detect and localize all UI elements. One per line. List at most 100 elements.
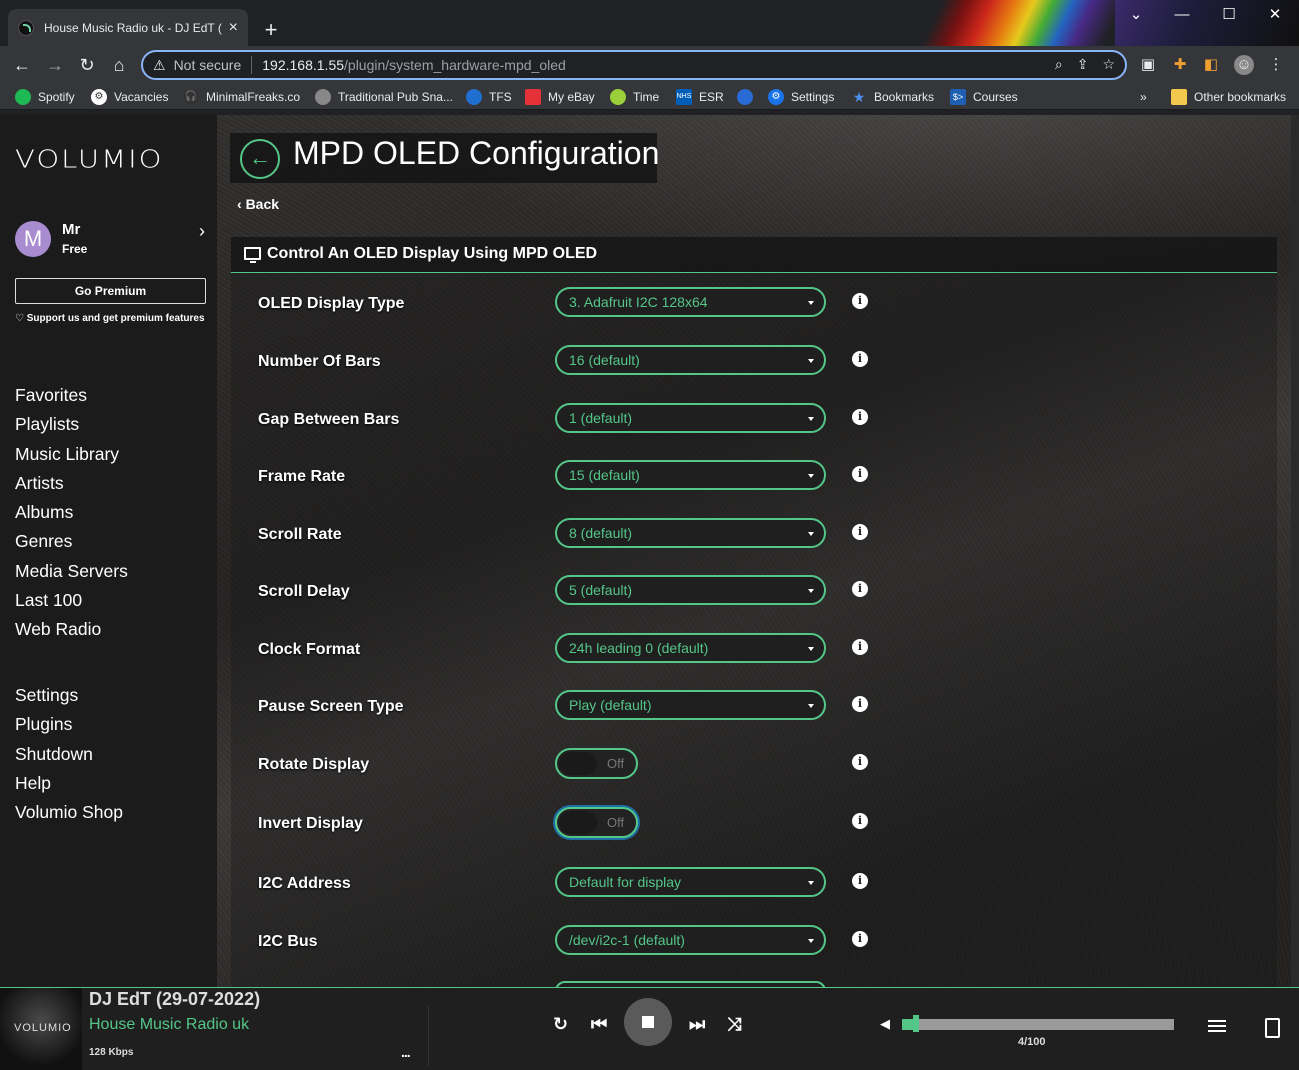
invert-display-toggle[interactable]: Off — [555, 807, 638, 838]
extension-icon[interactable]: ▣ — [1138, 55, 1158, 75]
stop-button[interactable] — [624, 998, 672, 1046]
new-tab-button[interactable]: + — [257, 17, 285, 45]
select-value: Play (default) — [569, 697, 652, 713]
menu-item-genres[interactable]: Genres — [15, 527, 128, 556]
queue-icon[interactable] — [1208, 1020, 1226, 1034]
more-options-icon[interactable]: ... — [401, 1044, 411, 1060]
bookmark-courses[interactable]: $> Courses — [950, 88, 1018, 106]
bookmark-unnamed[interactable] — [737, 88, 760, 106]
profile-avatar-icon[interactable]: ☺ — [1234, 55, 1254, 75]
info-icon[interactable]: i — [852, 931, 868, 947]
maximize-window-button[interactable]: ☐ — [1206, 0, 1252, 30]
bookmark-pub-snacks[interactable]: Traditional Pub Sna... — [315, 88, 453, 106]
go-premium-button[interactable]: Go Premium — [15, 278, 206, 304]
other-bookmarks[interactable]: Other bookmarks — [1171, 88, 1286, 106]
menu-kebab-icon[interactable]: ⋮ — [1266, 55, 1286, 75]
bookmark-ebay[interactable]: My eBay — [525, 88, 595, 106]
info-icon[interactable]: i — [852, 813, 868, 829]
chevron-right-icon[interactable]: › — [199, 221, 205, 242]
select-value: 15 (default) — [569, 467, 640, 483]
album-art[interactable]: VOLUMIO — [0, 988, 82, 1070]
info-icon[interactable]: i — [852, 873, 868, 889]
info-icon[interactable]: i — [852, 639, 868, 655]
menu-item-web-radio[interactable]: Web Radio — [15, 615, 128, 644]
support-link[interactable]: ♡ Support us and get premium features — [15, 313, 205, 324]
setting-row-scroll-delay: Scroll Delay 5 (default) i — [231, 575, 1277, 615]
menu-item-music-library[interactable]: Music Library — [15, 440, 128, 469]
repeat-icon[interactable]: ↻ — [553, 1014, 568, 1035]
bookmark-vacancies[interactable]: ⚙ Vacancies — [91, 88, 168, 106]
volume-icon[interactable]: ◀ — [880, 1016, 890, 1032]
info-icon[interactable]: i — [852, 524, 868, 540]
menu-item-media-servers[interactable]: Media Servers — [15, 557, 128, 586]
bookmark-time[interactable]: Time — [610, 88, 659, 106]
menu-item-shutdown[interactable]: Shutdown — [15, 740, 123, 769]
menu-item-settings[interactable]: Settings — [15, 681, 123, 710]
number-of-bars-select[interactable]: 16 (default) — [555, 345, 826, 375]
info-icon[interactable]: i — [852, 351, 868, 367]
back-arrow-icon[interactable]: ← — [10, 53, 34, 77]
reload-icon[interactable]: ↻ — [75, 53, 99, 77]
bookmark-star-icon[interactable]: ☆ — [1102, 56, 1115, 73]
scroll-delay-select[interactable]: 5 (default) — [555, 575, 826, 605]
user-profile[interactable]: M Mr Free › — [15, 221, 210, 261]
oled-display-type-select[interactable]: 3. Adafruit I2C 128x64 — [555, 287, 826, 317]
close-window-button[interactable]: ✕ — [1252, 0, 1298, 30]
clock-format-select[interactable]: 24h leading 0 (default) — [555, 633, 826, 663]
info-icon[interactable]: i — [852, 293, 868, 309]
tab-close-icon[interactable]: × — [229, 19, 238, 37]
track-artist[interactable]: House Music Radio uk — [89, 1016, 249, 1034]
folder-icon — [1171, 89, 1187, 105]
tab-search-chevron-icon[interactable]: ⌄ — [1113, 0, 1159, 30]
address-bar[interactable]: ⚠ Not secure 192.168.1.55/plugin/system_… — [141, 50, 1127, 80]
setting-label: Scroll Rate — [258, 526, 342, 543]
back-arrow-circle-icon[interactable]: ← — [240, 139, 280, 179]
back-link[interactable]: ‹ Back — [237, 196, 279, 212]
frame-rate-select[interactable]: 15 (default) — [555, 460, 826, 490]
gap-between-bars-select[interactable]: 1 (default) — [555, 403, 826, 433]
browser-tab[interactable]: House Music Radio uk - DJ EdT ( × — [8, 9, 248, 46]
bookmarks-overflow-icon[interactable]: » — [1140, 88, 1147, 106]
bookmark-settings[interactable]: ⚙ Settings — [768, 88, 834, 106]
volumio-logo[interactable]: VOLUMIO — [15, 145, 164, 174]
device-icon[interactable] — [1265, 1018, 1280, 1038]
menu-item-playlists[interactable]: Playlists — [15, 410, 128, 439]
bookmark-esr[interactable]: NHS ESR — [676, 88, 724, 106]
previous-icon[interactable]: ⏮ — [591, 1014, 607, 1035]
select-value: 16 (default) — [569, 352, 640, 368]
bookmark-minimalfreaks[interactable]: 🎧 MinimalFreaks.co — [183, 88, 300, 106]
rotate-display-toggle[interactable]: Off — [555, 748, 638, 779]
volume-thumb[interactable] — [912, 1015, 919, 1032]
bookmark-tfs[interactable]: TFS — [466, 88, 512, 106]
setting-label: Scroll Delay — [258, 583, 350, 600]
menu-item-volumio-shop[interactable]: Volumio Shop — [15, 798, 123, 827]
minimize-window-button[interactable]: — — [1159, 0, 1205, 30]
i2c-address-select[interactable]: Default for display — [555, 867, 826, 897]
info-icon[interactable]: i — [852, 581, 868, 597]
side-panel-icon[interactable]: ◧ — [1201, 55, 1221, 75]
scroll-rate-select[interactable]: 8 (default) — [555, 518, 826, 548]
info-icon[interactable]: i — [852, 696, 868, 712]
puzzle-extensions-icon[interactable]: ✚ — [1170, 55, 1190, 75]
info-icon[interactable]: i — [852, 754, 868, 770]
menu-item-artists[interactable]: Artists — [15, 469, 128, 498]
bookmark-bookmarks[interactable]: ★ Bookmarks — [851, 88, 934, 106]
shuffle-icon[interactable]: ⤨ — [727, 1014, 741, 1035]
menu-item-last-100[interactable]: Last 100 — [15, 586, 128, 615]
menu-item-help[interactable]: Help — [15, 769, 123, 798]
info-icon[interactable]: i — [852, 466, 868, 482]
next-icon[interactable]: ⏭ — [689, 1014, 705, 1035]
pause-screen-type-select[interactable]: Play (default) — [555, 690, 826, 720]
menu-item-plugins[interactable]: Plugins — [15, 710, 123, 739]
forward-arrow-icon[interactable]: → — [43, 53, 67, 77]
menu-item-favorites[interactable]: Favorites — [15, 381, 128, 410]
info-icon[interactable]: i — [852, 409, 868, 425]
settings-panel: OLED Display Type 3. Adafruit I2C 128x64… — [231, 273, 1277, 1001]
zoom-icon[interactable]: ⌕ — [1055, 56, 1063, 73]
share-icon[interactable]: ⇪ — [1077, 56, 1089, 73]
menu-item-albums[interactable]: Albums — [15, 498, 128, 527]
home-icon[interactable]: ⌂ — [107, 53, 131, 77]
volume-slider[interactable] — [902, 1019, 1174, 1030]
bookmark-spotify[interactable]: Spotify — [15, 88, 75, 106]
i2c-bus-select[interactable]: /dev/i2c-1 (default) — [555, 925, 826, 955]
